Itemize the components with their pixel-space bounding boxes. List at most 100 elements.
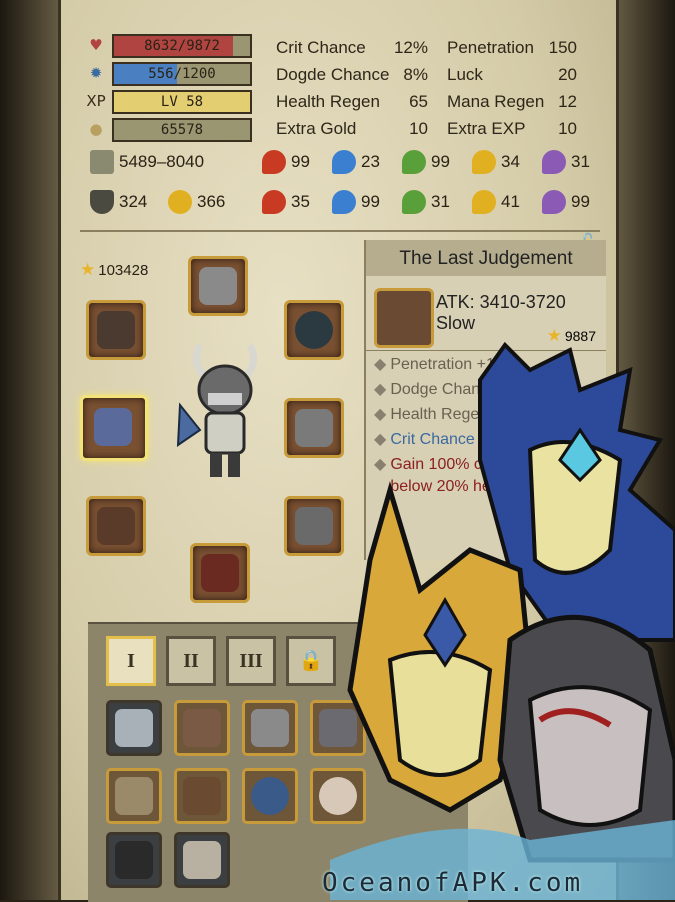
armor-icon — [295, 409, 333, 447]
stat-mana-regen: Mana Regen 12 — [447, 92, 577, 118]
inventory-slot[interactable] — [174, 832, 230, 888]
inventory-slot[interactable] — [242, 768, 298, 824]
knight-helm-icon — [251, 709, 289, 747]
stat-label: Crit Chance — [276, 38, 366, 57]
magic-defense-stat: 366 — [168, 190, 225, 218]
gold-icon: ● — [89, 120, 103, 138]
gloves-slot[interactable] — [86, 496, 146, 556]
skull-amulet-icon — [97, 311, 135, 349]
gold-bar: 65578 — [112, 118, 252, 142]
stat-value: 65 — [409, 92, 428, 111]
xp-bar: LV 58 — [112, 90, 252, 114]
nature-attack: 99 — [402, 150, 450, 178]
water-shield-icon — [332, 190, 356, 214]
helmet-slot[interactable] — [188, 256, 248, 316]
stat-value: 12% — [393, 38, 428, 57]
stat-extra-exp: Extra EXP 10 — [447, 119, 577, 145]
attack-stat: 5489–8040 — [90, 150, 204, 178]
stat-label: Extra EXP — [447, 119, 526, 138]
water-defense-value: 99 — [361, 192, 380, 211]
stat-label: Penetration — [447, 38, 534, 57]
tab-bag-1[interactable]: I — [106, 636, 156, 686]
stat-health-regen: Health Regen 65 — [276, 92, 428, 118]
arcane-icon — [542, 150, 566, 174]
inventory-slot[interactable] — [106, 700, 162, 756]
inventory-slot[interactable] — [174, 700, 230, 756]
nature-defense: 31 — [402, 190, 450, 218]
arcane-defense-value: 99 — [571, 192, 590, 211]
inventory-slot[interactable] — [106, 768, 162, 824]
stat-extra-gold: Extra Gold 10 — [276, 119, 428, 145]
mana-bar-row: ✹ 556/1200 — [85, 62, 265, 86]
xp-icon: XP — [86, 92, 106, 110]
gear-score-value: 103428 — [98, 262, 149, 279]
mana-icon: ✹ — [89, 64, 103, 82]
lightning-shield-icon — [472, 190, 496, 214]
gauntlet-icon — [97, 507, 135, 545]
stat-dodge-chance: Dogde Chance 8% — [276, 65, 428, 91]
sword-icon — [115, 709, 153, 747]
gold-bar-row: ● 65578 — [85, 118, 265, 142]
water-icon — [332, 150, 356, 174]
boots-slot[interactable] — [190, 543, 250, 603]
inventory-slot[interactable] — [174, 768, 230, 824]
tab-bag-3[interactable]: III — [226, 636, 276, 686]
stat-value: 20 — [558, 65, 577, 84]
mana-value: 556/1200 — [148, 66, 216, 82]
left-frame — [0, 0, 62, 900]
lightning-attack: 34 — [472, 150, 520, 178]
tab-bag-2[interactable]: II — [166, 636, 216, 686]
stat-label: Extra Gold — [276, 119, 357, 138]
crossed-swords-icon — [90, 150, 114, 174]
health-value: 8632/9872 — [144, 38, 220, 54]
amulet-slot[interactable] — [86, 300, 146, 360]
fire-icon — [262, 150, 286, 174]
fire-attack: 99 — [262, 150, 310, 178]
stat-value: 10 — [558, 119, 577, 138]
stat-value: 10 — [409, 119, 428, 138]
serpent-ring-icon — [251, 777, 289, 815]
stat-label: Luck — [447, 65, 483, 84]
fire-defense: 35 — [262, 190, 310, 218]
gold-value: 65578 — [160, 122, 204, 138]
section-divider — [80, 230, 600, 232]
arcane-attack: 31 — [542, 150, 590, 178]
fire-shield-icon — [262, 190, 286, 214]
gear-score: ★ 103428 — [80, 260, 148, 280]
xp-bar-row: XP LV 58 — [85, 90, 265, 114]
promo-heroes-artwork — [330, 341, 675, 900]
heart-icon: ♥ — [89, 36, 103, 54]
watermark: OceanofAPK.com — [322, 868, 584, 898]
helmet-icon — [199, 267, 237, 305]
tab-locked[interactable]: 🔒 — [286, 636, 336, 686]
attack-value: 5489–8040 — [119, 152, 205, 171]
arcane-shield-icon — [542, 190, 566, 214]
item-name: The Last Judgement — [366, 240, 606, 276]
weapon-slot[interactable] — [80, 395, 148, 461]
leather-boots-icon — [183, 777, 221, 815]
stat-value: 12 — [558, 92, 577, 111]
stat-value: 8% — [403, 65, 428, 84]
hammer-icon — [183, 709, 221, 747]
boots-icon — [201, 554, 239, 592]
mana-bar: 556/1200 — [112, 62, 252, 86]
axe-icon — [374, 288, 434, 348]
health-bar: 8632/9872 — [112, 34, 252, 58]
arcane-attack-value: 31 — [571, 152, 590, 171]
chain-icon — [115, 841, 153, 879]
lightning-defense-value: 41 — [501, 192, 520, 211]
lightning-icon — [472, 150, 496, 174]
arcane-defense: 99 — [542, 190, 590, 218]
water-attack: 23 — [332, 150, 380, 178]
star-icon: ★ — [80, 260, 96, 279]
inventory-slot[interactable] — [106, 832, 162, 888]
stat-crit-chance: Crit Chance 12% — [276, 38, 428, 64]
greaves-icon — [295, 507, 333, 545]
nature-defense-value: 31 — [431, 192, 450, 211]
hero-character[interactable] — [170, 335, 280, 485]
inventory-slot[interactable] — [242, 700, 298, 756]
lock-icon: 🔒 — [298, 650, 324, 672]
stat-value: 150 — [548, 38, 577, 57]
stat-luck: Luck 20 — [447, 65, 577, 91]
fire-attack-value: 99 — [291, 152, 310, 171]
